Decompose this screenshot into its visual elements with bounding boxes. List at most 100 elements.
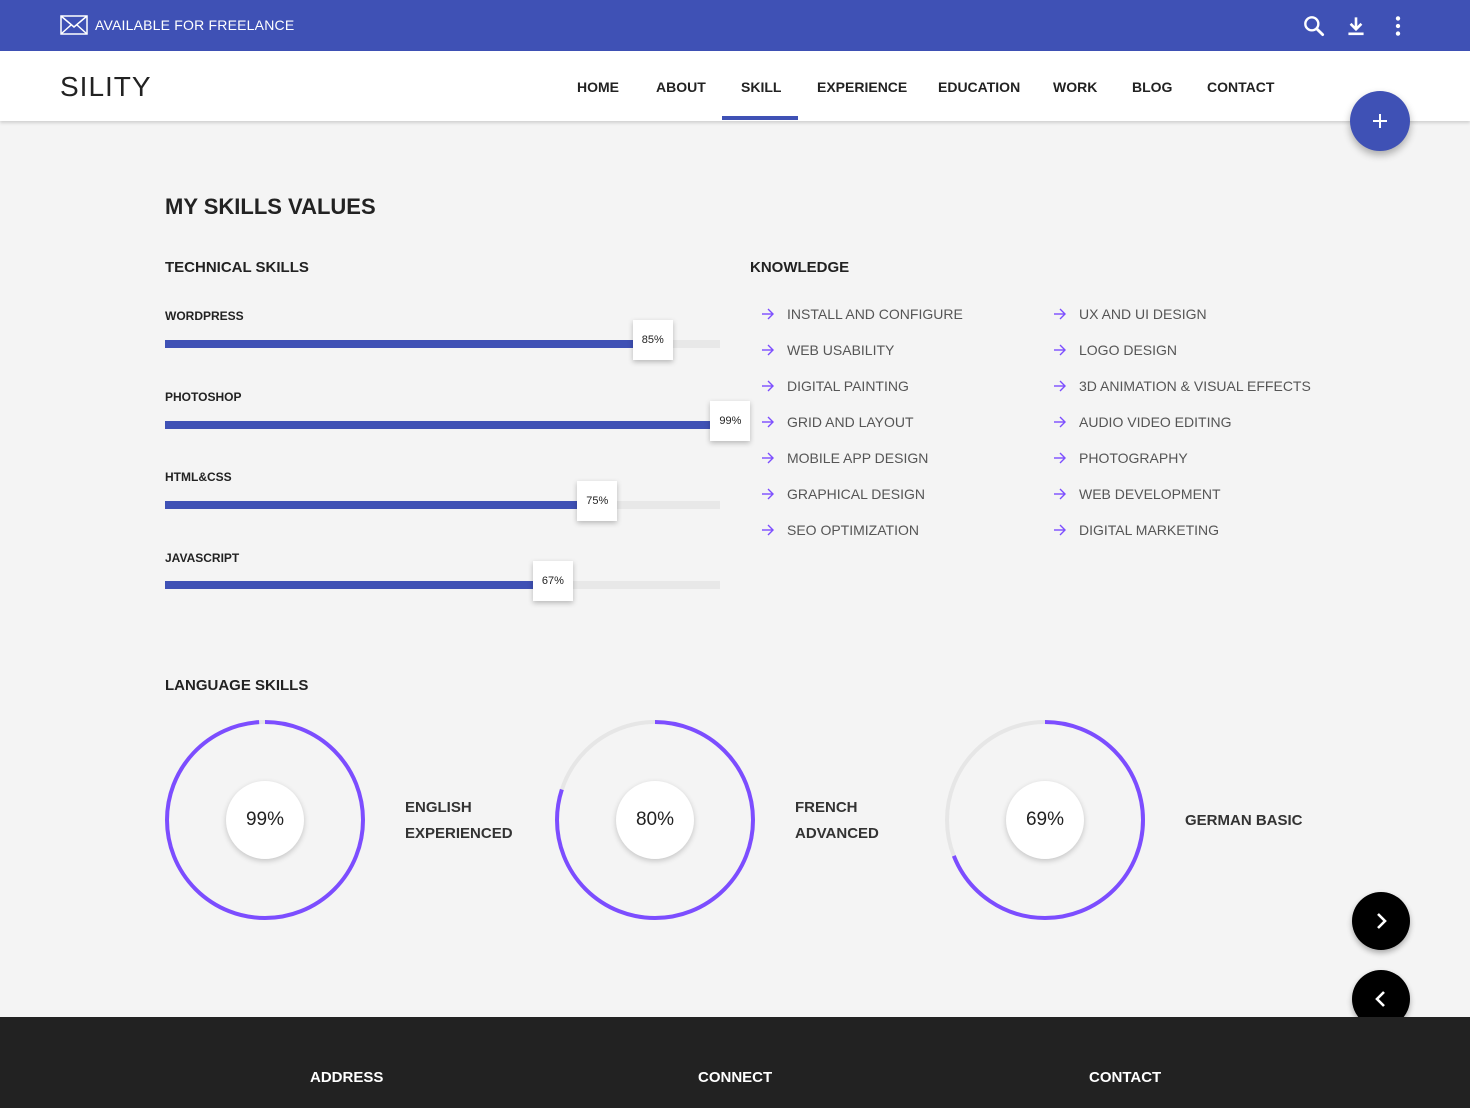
skill-bar: 75% — [165, 481, 720, 521]
mail-icon — [60, 15, 88, 35]
language-ring: 80% — [555, 720, 755, 920]
knowledge-item-label: AUDIO VIDEO EDITING — [1079, 414, 1232, 430]
language-level: ADVANCED — [795, 825, 879, 842]
arrow-right-icon — [1054, 416, 1066, 428]
arrow-right-icon — [1054, 308, 1066, 320]
knowledge-item: DIGITAL PAINTING — [761, 378, 909, 394]
nav-contact[interactable]: CONTACT — [1207, 79, 1274, 95]
site-logo[interactable]: SILITY — [60, 71, 152, 103]
skill-percent-badge: 99% — [710, 401, 751, 441]
arrow-right-icon — [762, 308, 774, 320]
arrow-right-icon — [1054, 452, 1066, 464]
knowledge-item: GRID AND LAYOUT — [761, 414, 914, 430]
nav-work[interactable]: WORK — [1053, 79, 1097, 95]
arrow-right-icon — [762, 380, 774, 392]
nav-education[interactable]: EDUCATION — [938, 79, 1020, 95]
more-vert-icon[interactable] — [1385, 13, 1411, 39]
nav-about[interactable]: ABOUT — [656, 79, 706, 95]
nav-skill[interactable]: SKILL — [741, 79, 781, 95]
language-percent: 69% — [1006, 781, 1084, 859]
knowledge-item: SEO OPTIMIZATION — [761, 522, 919, 538]
language-ring: 99% — [165, 720, 365, 920]
knowledge-item: 3D ANIMATION & VISUAL EFFECTS — [1053, 378, 1311, 394]
skill-percent-badge: 67% — [532, 561, 573, 601]
knowledge-item: UX AND UI DESIGN — [1053, 306, 1207, 322]
language-label: GERMAN BASIC — [1185, 808, 1303, 834]
arrow-right-icon — [1054, 344, 1066, 356]
active-nav-indicator — [722, 116, 798, 120]
knowledge-item: AUDIO VIDEO EDITING — [1053, 414, 1231, 430]
chevron-left-icon — [1375, 991, 1385, 1007]
skill-name: WORDPRESS — [165, 309, 244, 323]
download-icon[interactable] — [1343, 13, 1369, 39]
footer-address-heading: ADDRESS — [310, 1069, 384, 1086]
knowledge-item-label: MOBILE APP DESIGN — [787, 450, 929, 466]
knowledge-item-label: WEB USABILITY — [787, 342, 895, 358]
arrow-right-icon — [1054, 380, 1066, 392]
next-section-button[interactable] — [1352, 892, 1410, 950]
technical-skills-heading: TECHNICAL SKILLS — [165, 259, 309, 276]
add-fab-button[interactable] — [1350, 91, 1410, 151]
skills-section-title: MY SKILLS VALUES — [165, 194, 376, 219]
knowledge-item-label: GRAPHICAL DESIGN — [787, 486, 925, 502]
knowledge-item: MOBILE APP DESIGN — [761, 450, 928, 466]
arrow-right-icon — [762, 488, 774, 500]
footer: ADDRESS CONNECT CONTACT — [0, 1017, 1470, 1108]
plus-icon — [1373, 114, 1387, 128]
search-icon[interactable] — [1301, 13, 1327, 39]
skill-name: HTML&CSS — [165, 470, 232, 484]
arrow-right-icon — [1054, 488, 1066, 500]
language-name: GERMAN BASIC — [1185, 812, 1303, 829]
language-level: EXPERIENCED — [405, 825, 513, 842]
footer-connect-heading: CONNECT — [698, 1069, 773, 1086]
language-label: FRENCH ADVANCED — [795, 795, 879, 847]
skill-percent-badge: 75% — [577, 481, 618, 521]
knowledge-item: DIGITAL MARKETING — [1053, 522, 1219, 538]
chevron-right-icon — [1377, 913, 1387, 929]
nav-blog[interactable]: BLOG — [1132, 79, 1172, 95]
language-ring: 69% — [945, 720, 1145, 920]
knowledge-item-label: DIGITAL PAINTING — [787, 378, 909, 394]
knowledge-item-label: WEB DEVELOPMENT — [1079, 486, 1221, 502]
knowledge-item: LOGO DESIGN — [1053, 342, 1177, 358]
language-name: FRENCH — [795, 799, 858, 816]
knowledge-item: GRAPHICAL DESIGN — [761, 486, 925, 502]
arrow-right-icon — [1054, 524, 1066, 536]
knowledge-item: WEB USABILITY — [761, 342, 894, 358]
knowledge-item-label: PHOTOGRAPHY — [1079, 450, 1188, 466]
skill-bar-fill — [165, 421, 715, 429]
language-label: ENGLISH EXPERIENCED — [405, 795, 513, 847]
arrow-right-icon — [762, 524, 774, 536]
knowledge-item-label: 3D ANIMATION & VISUAL EFFECTS — [1079, 378, 1311, 394]
knowledge-item-label: DIGITAL MARKETING — [1079, 522, 1220, 538]
knowledge-heading: KNOWLEDGE — [750, 259, 850, 276]
skill-percent-badge: 85% — [632, 320, 673, 360]
arrow-right-icon — [762, 452, 774, 464]
knowledge-item-label: LOGO DESIGN — [1079, 342, 1178, 358]
skill-bar-fill — [165, 340, 637, 348]
skill-bar: 85% — [165, 320, 720, 360]
nav-home[interactable]: HOME — [577, 79, 619, 95]
language-percent: 99% — [226, 781, 304, 859]
footer-contact-heading: CONTACT — [1089, 1069, 1162, 1086]
knowledge-item: PHOTOGRAPHY — [1053, 450, 1188, 466]
language-skills-heading: LANGUAGE SKILLS — [165, 677, 309, 694]
nav-experience[interactable]: EXPERIENCE — [817, 79, 907, 95]
knowledge-item: INSTALL AND CONFIGURE — [761, 306, 963, 322]
knowledge-item-label: UX AND UI DESIGN — [1079, 306, 1207, 322]
skill-name: PHOTOSHOP — [165, 390, 242, 404]
language-percent: 80% — [616, 781, 694, 859]
knowledge-item: WEB DEVELOPMENT — [1053, 486, 1221, 502]
knowledge-item-label: SEO OPTIMIZATION — [787, 522, 919, 538]
arrow-right-icon — [762, 416, 774, 428]
freelance-status: AVAILABLE FOR FREELANCE — [95, 17, 295, 33]
knowledge-item-label: INSTALL AND CONFIGURE — [787, 306, 963, 322]
skill-name: JAVASCRIPT — [165, 551, 240, 565]
skill-bar: 67% — [165, 561, 720, 601]
knowledge-item-label: GRID AND LAYOUT — [787, 414, 914, 430]
main-navbar: SILITY HOME ABOUT SKILL EXPERIENCE EDUCA… — [0, 51, 1470, 121]
arrow-right-icon — [762, 344, 774, 356]
skill-bar: 99% — [165, 401, 751, 441]
language-name: ENGLISH — [405, 799, 472, 816]
top-bar: AVAILABLE FOR FREELANCE — [0, 0, 1470, 51]
